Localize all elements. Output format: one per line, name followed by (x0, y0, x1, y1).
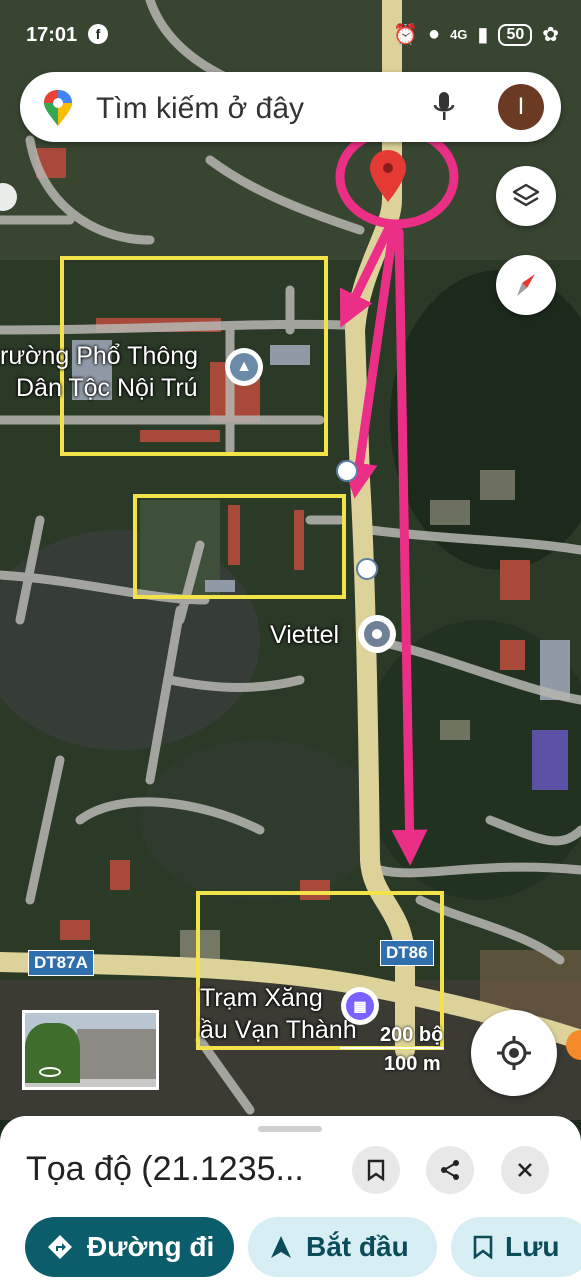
alarm-icon: ⏰ (393, 24, 418, 46)
battery-indicator: 50 (498, 23, 533, 46)
street-view-thumbnail[interactable] (22, 1010, 159, 1090)
school-icon[interactable]: ▲ (225, 348, 263, 386)
maps-screen: rường Phổ Thông Dân Tộc Nội Trú ▲ Viette… (0, 0, 581, 1280)
directions-button[interactable]: Đường đi (25, 1217, 234, 1277)
close-icon (518, 1163, 532, 1177)
search-input[interactable]: Tìm kiếm ở đây (96, 92, 304, 126)
place-school-label[interactable]: rường Phổ Thông Dân Tộc Nội Trú (0, 340, 260, 404)
navigation-icon (271, 1236, 291, 1258)
save-button[interactable]: Lưu (451, 1217, 581, 1277)
scale-imperial: 200 bộ (340, 1024, 444, 1049)
maps-logo-icon (44, 90, 72, 126)
directions-icon (48, 1235, 72, 1259)
place-bottom-sheet[interactable]: Tọa độ (21.1235... Đường đi Bắt đầu Lưu (0, 1116, 581, 1280)
road-label-dt87a: DT87A (28, 950, 94, 976)
directions-label: Đường đi (87, 1231, 215, 1262)
leaf-icon: ✿ (542, 24, 559, 46)
place-label-line: Dân Tộc Nội Trú (16, 374, 198, 402)
bus-stop-icon[interactable] (356, 558, 378, 580)
place-pin-icon[interactable] (358, 615, 396, 653)
road-label-dt86: DT86 (380, 940, 434, 966)
compass-icon (517, 274, 535, 296)
share-button[interactable] (426, 1146, 474, 1194)
map-scale: 200 bộ 100 m (340, 1024, 444, 1076)
layers-button[interactable] (496, 166, 556, 226)
scale-metric: 100 m (384, 1053, 441, 1075)
signal-icon: ▮ (477, 24, 489, 46)
rotate-360-icon (39, 1067, 61, 1077)
place-title: Tọa độ (21.1235... (26, 1150, 304, 1188)
account-avatar[interactable]: I (498, 84, 544, 130)
save-label: Lưu (505, 1231, 560, 1262)
layers-icon (512, 183, 540, 207)
network-type: 4G (450, 27, 468, 42)
save-icon-button[interactable] (352, 1146, 400, 1194)
search-bar[interactable]: Tìm kiếm ở đây I (20, 72, 561, 142)
place-viettel-label[interactable]: Viettel (270, 621, 339, 650)
share-icon (441, 1160, 459, 1180)
drag-handle[interactable] (258, 1126, 322, 1132)
location-icon: ● (427, 23, 441, 45)
facebook-icon: f (88, 24, 108, 44)
gas-station-icon[interactable]: ▦ (341, 987, 379, 1025)
place-gas-station-label[interactable]: Trạm Xăng ầu Vạn Thành (200, 982, 357, 1046)
status-bar: 17:01 f ⏰ ● 4G ▮ 50 ✿ (0, 0, 581, 64)
start-button[interactable]: Bắt đầu (248, 1217, 437, 1277)
bookmark-icon (367, 1159, 385, 1181)
crosshair-icon (497, 1036, 531, 1070)
clock: 17:01 (26, 24, 78, 46)
compass-button[interactable] (496, 255, 556, 315)
place-label-line: rường Phổ Thông (0, 342, 199, 370)
my-location-button[interactable] (471, 1010, 557, 1096)
start-label: Bắt đầu (306, 1231, 409, 1262)
place-label-line: Trạm Xăng (200, 984, 323, 1012)
place-label-line: ầu Vạn Thành (200, 1016, 357, 1044)
bus-stop-icon[interactable] (336, 460, 358, 482)
close-button[interactable] (501, 1146, 549, 1194)
microphone-icon[interactable] (432, 90, 456, 124)
bookmark-icon (473, 1235, 493, 1259)
